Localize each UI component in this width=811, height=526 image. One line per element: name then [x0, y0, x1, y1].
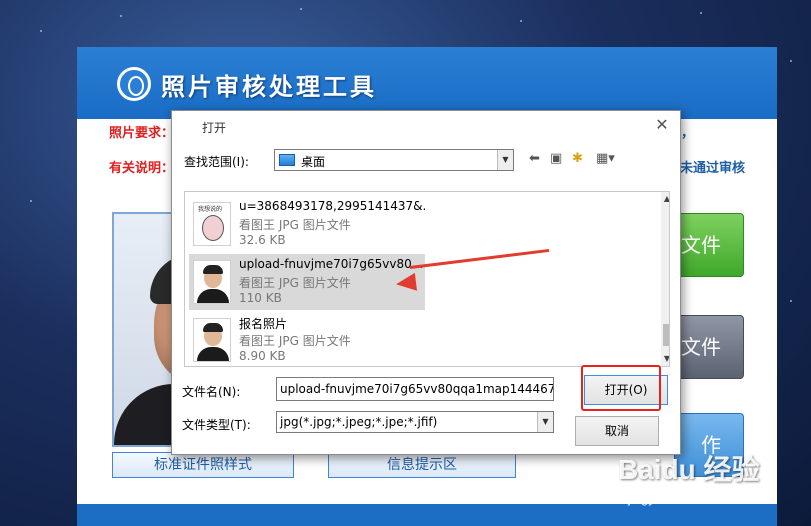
file-size: 110 KB — [239, 291, 282, 305]
info-area-button[interactable]: 信息提示区 — [328, 452, 516, 478]
red-arrow-icon — [394, 272, 418, 294]
thumbnail-caption: 我想说的 — [198, 206, 223, 213]
baidu-watermark: Baidu 经验 — [618, 454, 760, 485]
file-size: 8.90 KB — [239, 349, 286, 363]
star — [520, 20, 522, 22]
filename-label: 文件名(N): — [182, 385, 241, 399]
filetype-value: jpg(*.jpg;*.jpeg;*.jpe;*.jfif) — [280, 415, 438, 429]
thumbnail-hair — [203, 265, 223, 274]
file-type: 看图王 JPG 图片文件 — [239, 276, 351, 290]
thumbnail-body — [197, 289, 229, 303]
notes-tail: 未通过审核 — [680, 161, 746, 176]
lookin-select[interactable]: 桌面 ▼ — [274, 149, 514, 171]
scroll-thumb[interactable] — [663, 324, 669, 346]
file-name: u=3868493178,2995141437&... — [239, 199, 425, 213]
star — [700, 12, 702, 14]
star — [30, 200, 32, 202]
file-thumbnail — [193, 260, 231, 304]
file-row-selected[interactable]: upload-fnuvjme70i7g65vv80... 看图王 JPG 图片文… — [189, 254, 425, 310]
file-thumbnail: 我想说的 — [193, 202, 231, 246]
view-menu-icon[interactable]: ▦▾ — [596, 151, 615, 166]
desktop-icon — [279, 154, 295, 166]
lookin-label: 查找范围(I): — [184, 155, 249, 169]
up-folder-icon[interactable]: ▣ — [550, 151, 562, 166]
file-row[interactable]: 我想说的 u=3868493178,2995141437&... 看图王 JPG… — [189, 196, 425, 252]
app-title: 照片审核处理工具 — [161, 73, 377, 101]
baidu-watermark-url: jingyan.baidu.com — [628, 491, 733, 506]
standard-photo-sample-button[interactable]: 标准证件照样式 — [112, 452, 294, 478]
star — [790, 60, 792, 62]
highlight-box — [581, 365, 661, 411]
filetype-label: 文件类型(T): — [182, 418, 251, 432]
requirements-label: 照片要求： — [109, 126, 175, 141]
chevron-down-icon[interactable]: ▼ — [537, 412, 553, 432]
app-header: 照片审核处理工具 — [77, 47, 777, 119]
thumbnail-body — [197, 347, 229, 361]
star — [40, 30, 42, 32]
file-name: 报名照片 — [239, 317, 288, 331]
star — [790, 300, 792, 302]
file-thumbnail — [193, 318, 231, 362]
cancel-button[interactable]: 取消 — [575, 416, 659, 446]
open-file-button[interactable]: 文件 — [674, 213, 744, 277]
file-type: 看图王 JPG 图片文件 — [239, 218, 351, 232]
file-row[interactable]: 报名照片 看图王 JPG 图片文件 8.90 KB — [189, 312, 425, 366]
star — [120, 15, 122, 17]
vertical-scrollbar[interactable]: ▲ ▼ — [661, 192, 669, 366]
star — [300, 8, 302, 10]
back-arrow-icon[interactable]: ⬅ — [529, 151, 540, 166]
requirements-tail: ， — [681, 126, 695, 141]
file-type: 看图王 JPG 图片文件 — [239, 334, 351, 348]
dialog-title: 打开 — [202, 121, 227, 135]
app-footer-bar — [77, 504, 777, 526]
globe-logo-icon — [117, 67, 151, 101]
file-list: 我想说的 u=3868493178,2995141437&... 看图王 JPG… — [184, 191, 670, 367]
filetype-select[interactable]: jpg(*.jpg;*.jpeg;*.jpe;*.jfif) ▼ — [276, 411, 554, 433]
scroll-down-icon[interactable]: ▼ — [661, 352, 669, 366]
file-name: upload-fnuvjme70i7g65vv80... — [239, 257, 424, 271]
filename-input[interactable]: upload-fnuvjme70i7g65vv80qqa1map1444673.… — [276, 377, 554, 401]
file-size: 32.6 KB — [239, 233, 286, 247]
scroll-up-icon[interactable]: ▲ — [661, 192, 669, 206]
action-icon — [551, 463, 611, 491]
notes-label: 有关说明： — [109, 161, 175, 176]
chevron-down-icon[interactable]: ▼ — [497, 150, 513, 170]
new-folder-icon[interactable]: ✱ — [572, 151, 583, 166]
thumbnail-hair — [203, 323, 223, 332]
lookin-value: 桌面 — [301, 155, 326, 169]
cartoon-face — [202, 215, 224, 241]
close-icon[interactable]: ✕ — [652, 115, 672, 135]
save-file-button[interactable]: 文件 — [674, 315, 744, 379]
